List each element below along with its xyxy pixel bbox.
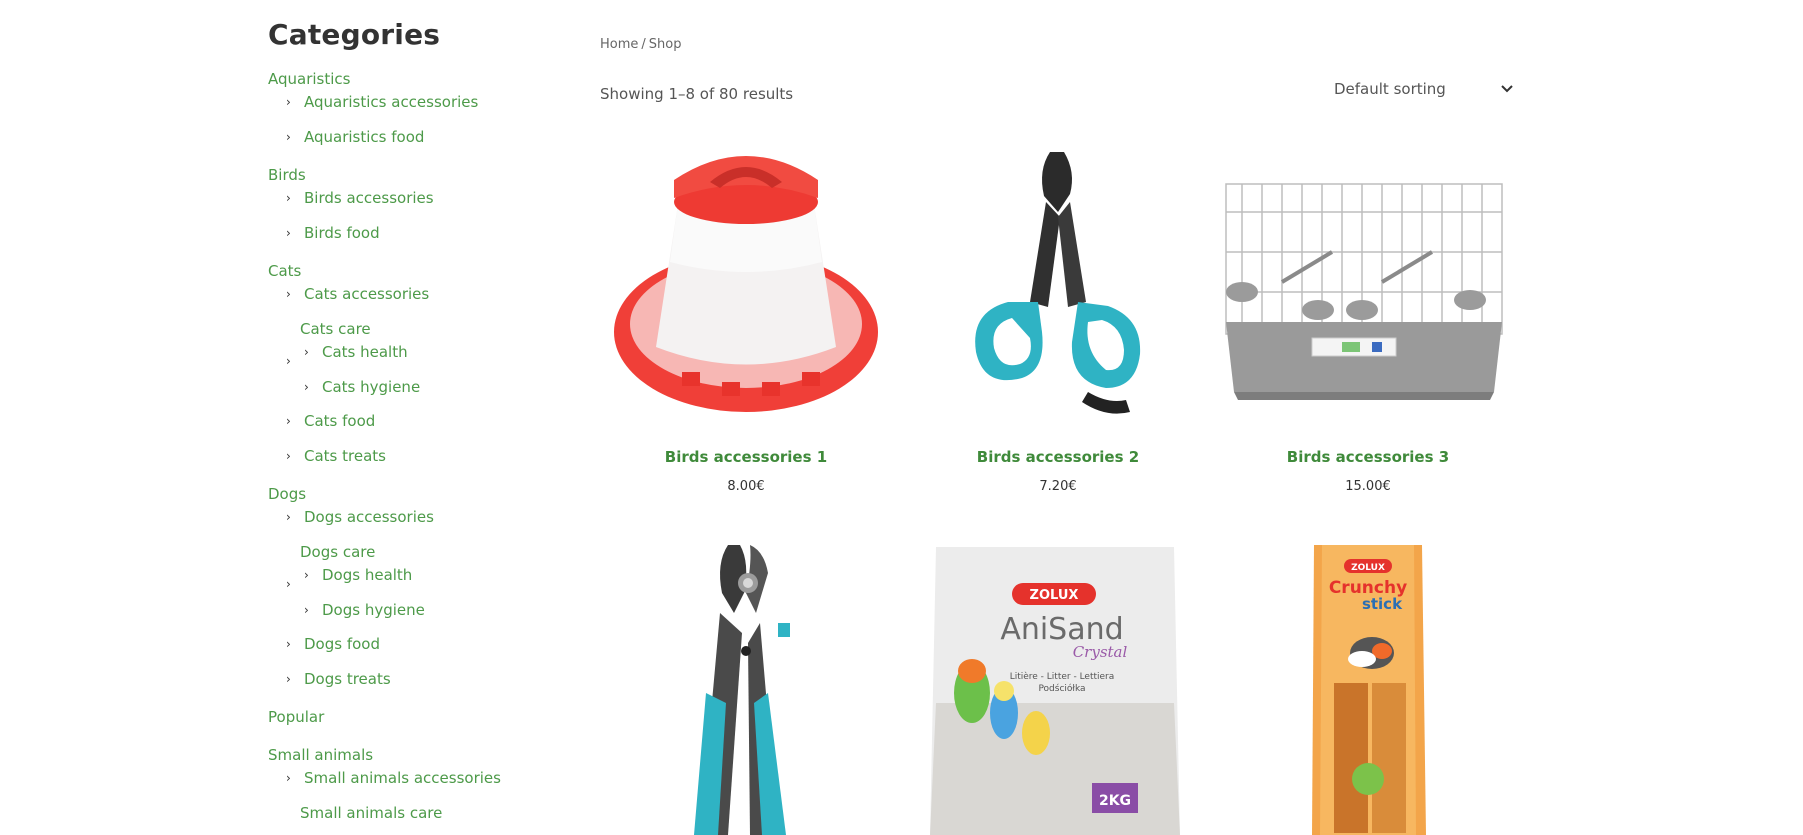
chevron-right-icon: › — [304, 345, 309, 359]
category-cats-care[interactable]: Cats care — [300, 320, 371, 338]
product-image-crunchy-stick[interactable]: ZOLUX Crunchy stick — [1222, 543, 1514, 835]
category-birds-food[interactable]: › Birds food — [286, 224, 380, 242]
category-aquaristics-accessories[interactable]: › Aquaristics accessories — [286, 93, 478, 111]
chevron-right-icon: › — [304, 568, 309, 582]
category-dogs-hygiene[interactable]: › Dogs hygiene — [304, 601, 425, 619]
product-title[interactable]: Birds accessories 2 — [912, 448, 1204, 466]
product-price: 8.00€ — [727, 479, 765, 494]
category-aquaristics-food[interactable]: › Aquaristics food — [286, 128, 424, 146]
anisand-pl-text: Podściółka — [1038, 683, 1085, 694]
product-price: 7.20€ — [1039, 479, 1077, 494]
product-title[interactable]: Birds accessories 3 — [1222, 448, 1514, 466]
result-count: Showing 1–8 of 80 results — [600, 85, 794, 103]
category-small-animals-care[interactable]: Small animals care — [300, 804, 442, 822]
breadcrumb-current: Shop — [648, 37, 682, 52]
category-popular[interactable]: Popular — [268, 708, 324, 726]
chevron-right-icon: › — [286, 510, 291, 524]
category-cats-food[interactable]: › Cats food — [286, 412, 375, 430]
shop-main: Home / Shop Showing 1–8 of 80 results Defa… — [600, 0, 1514, 835]
category-birds[interactable]: Birds — [268, 166, 306, 184]
chevron-right-icon: › — [286, 771, 291, 785]
chevron-down-icon — [1501, 85, 1513, 93]
chevron-right-icon: › — [286, 95, 291, 109]
category-aquaristics[interactable]: Aquaristics — [268, 70, 350, 88]
breadcrumb-separator: / — [641, 37, 646, 52]
chevron-right-icon: › — [304, 380, 309, 394]
product-image-anisand-bag[interactable]: ZOLUX AniSand Crystal Litière - Litter -… — [912, 543, 1204, 835]
chevron-right-icon: › — [286, 191, 291, 205]
zolux-logo-text: ZOLUX — [1030, 588, 1079, 603]
chevron-right-icon: › — [286, 287, 291, 301]
category-cats-treats[interactable]: › Cats treats — [286, 447, 386, 465]
sorting-selected-value: Default sorting — [1334, 80, 1446, 98]
categories-heading: Categories — [268, 18, 441, 51]
anisand-litter-text: Litière - Litter - Lettiera — [1010, 671, 1115, 682]
chevron-right-icon: › — [304, 603, 309, 617]
category-dogs-food[interactable]: › Dogs food — [286, 635, 380, 653]
chevron-right-icon: › — [286, 637, 291, 651]
category-small-animals[interactable]: Small animals — [268, 746, 373, 764]
chevron-right-icon: › — [286, 414, 291, 428]
product-image-dog-nail-clipper[interactable] — [600, 543, 892, 835]
chevron-right-icon: › — [286, 672, 291, 686]
category-cats[interactable]: Cats — [268, 262, 301, 280]
breadcrumb-home-link[interactable]: Home — [600, 37, 638, 52]
category-cats-health[interactable]: › Cats health — [304, 343, 408, 361]
chevron-right-icon: › — [286, 577, 291, 591]
category-dogs-treats[interactable]: › Dogs treats — [286, 670, 391, 688]
chevron-right-icon: › — [286, 130, 291, 144]
product-image-nail-clipper[interactable] — [912, 142, 1204, 434]
category-dogs-care[interactable]: Dogs care — [300, 543, 375, 561]
product-image-bird-cage[interactable] — [1222, 142, 1514, 434]
zolux-logo-text: ZOLUX — [1351, 563, 1385, 573]
sorting-select[interactable]: Default sorting — [1334, 78, 1514, 100]
category-dogs-accessories[interactable]: › Dogs accessories — [286, 508, 434, 526]
anisand-subtitle: Crystal — [1073, 643, 1128, 661]
category-dogs[interactable]: Dogs — [268, 485, 306, 503]
product-title[interactable]: Birds accessories 1 — [600, 448, 892, 466]
category-cats-hygiene[interactable]: › Cats hygiene — [304, 378, 420, 396]
anisand-title: AniSand — [1000, 612, 1123, 647]
crunchy-stick-title: stick — [1362, 595, 1403, 613]
chevron-right-icon: › — [286, 449, 291, 463]
chevron-right-icon: › — [286, 226, 291, 240]
category-cats-accessories[interactable]: › Cats accessories — [286, 285, 429, 303]
product-image-feeder[interactable] — [600, 142, 892, 434]
anisand-weight: 2KG — [1099, 793, 1131, 809]
product-price: 15.00€ — [1345, 479, 1391, 494]
category-birds-accessories[interactable]: › Birds accessories — [286, 189, 434, 207]
chevron-right-icon: › — [286, 354, 291, 368]
category-dogs-health[interactable]: › Dogs health — [304, 566, 412, 584]
breadcrumb: Home / Shop — [600, 37, 681, 52]
category-small-animals-accessories[interactable]: › Small animals accessories — [286, 769, 501, 787]
